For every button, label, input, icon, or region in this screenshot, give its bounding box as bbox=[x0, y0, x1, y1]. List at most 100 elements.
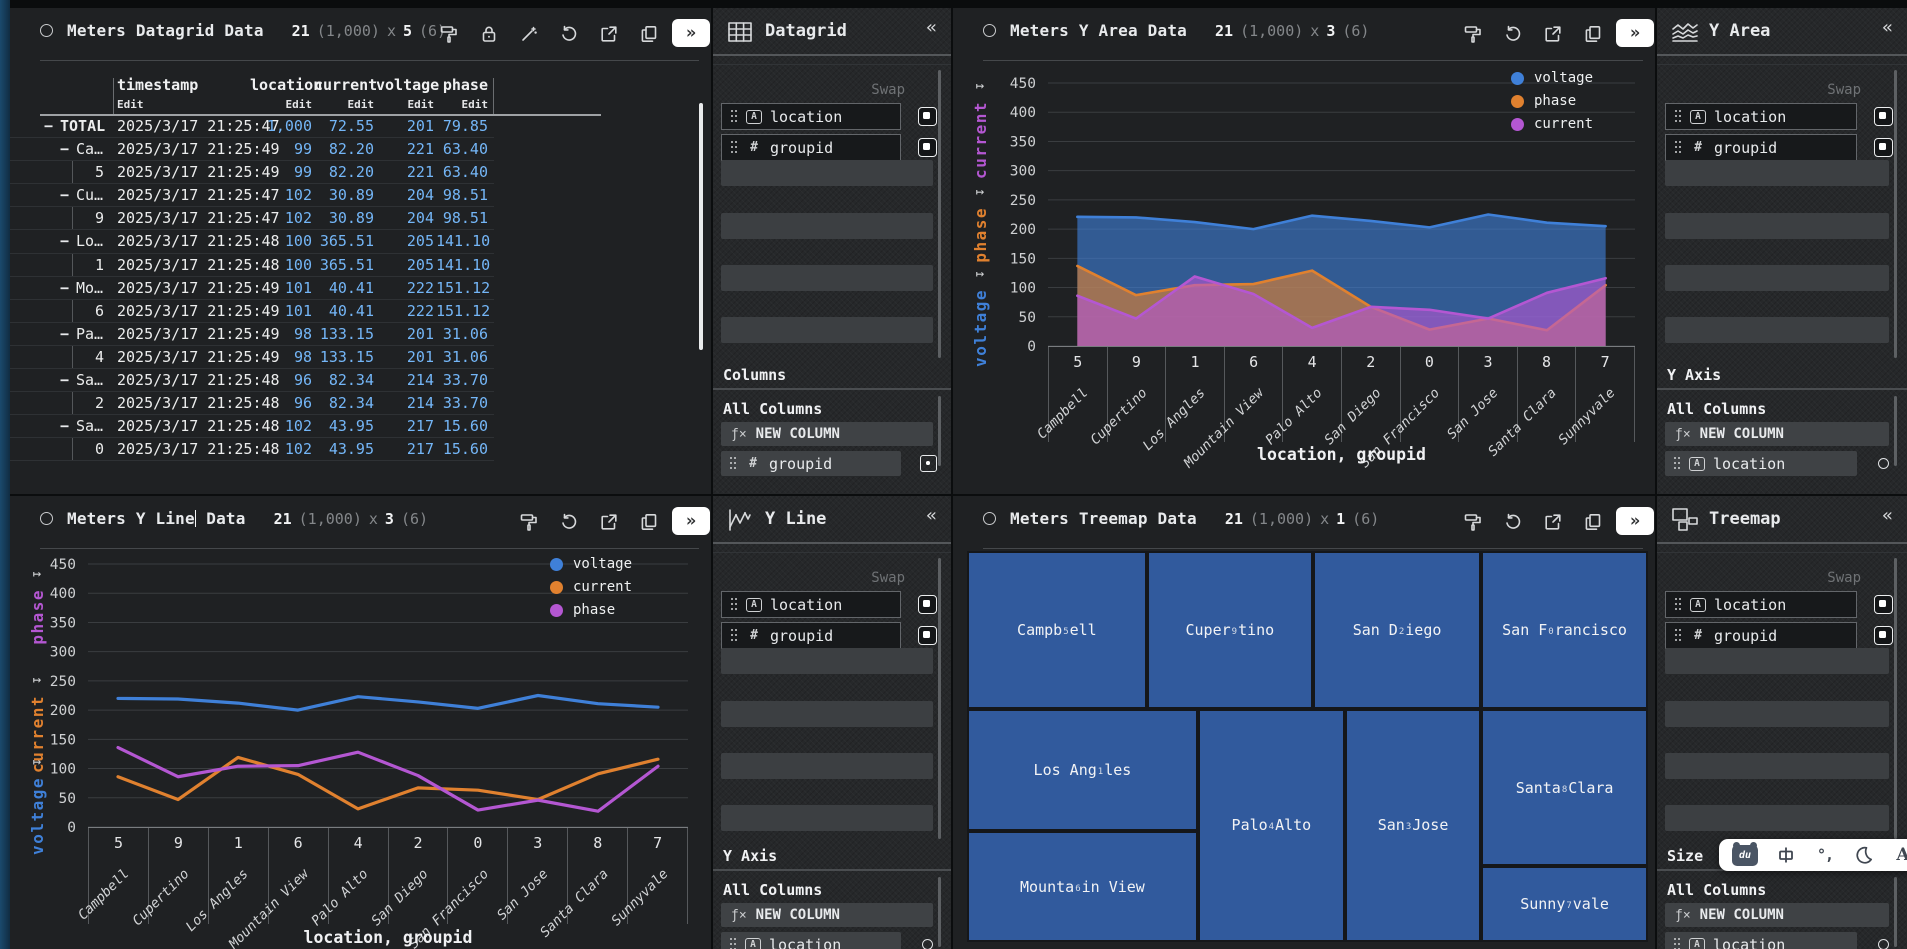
translate-icon[interactable] bbox=[1775, 844, 1797, 866]
moon-icon[interactable] bbox=[1853, 844, 1875, 866]
expand-panel-button[interactable]: » bbox=[672, 19, 710, 47]
edit-label[interactable]: Edit bbox=[314, 98, 374, 111]
cell-current[interactable]: 43.95 bbox=[314, 440, 374, 458]
panel-scrollbar[interactable] bbox=[938, 396, 941, 466]
yline-card-title[interactable]: Meters Y Line Data bbox=[67, 509, 246, 528]
cell-location[interactable]: 102 bbox=[250, 417, 312, 435]
cell-current[interactable]: 133.15 bbox=[314, 348, 374, 366]
collapse-toggle[interactable]: − bbox=[60, 140, 69, 158]
cell-location[interactable]: 101 bbox=[250, 302, 312, 320]
panel-scrollbar[interactable] bbox=[1894, 70, 1897, 358]
collapse-panel-button[interactable]: « bbox=[1882, 17, 1893, 38]
empty-drop-slot[interactable] bbox=[1665, 701, 1889, 727]
drag-handle-icon[interactable] bbox=[1674, 598, 1682, 611]
copy-icon[interactable] bbox=[1582, 23, 1603, 44]
cell-voltage[interactable]: 217 bbox=[376, 417, 434, 435]
table-row[interactable]: 02025/3/17 21:25:4810243.9521715.60 bbox=[10, 438, 494, 461]
drag-handle-icon[interactable] bbox=[1674, 629, 1682, 642]
cell-phase[interactable]: 141.10 bbox=[436, 232, 488, 250]
swap-checkbox[interactable] bbox=[918, 626, 937, 645]
x-category[interactable]: 7Sunnyvale bbox=[1575, 347, 1635, 442]
col-header-current[interactable]: current bbox=[314, 76, 374, 94]
cell-phase[interactable]: 33.70 bbox=[436, 371, 488, 389]
cell-current[interactable]: 30.89 bbox=[314, 209, 374, 227]
treemap-cell[interactable]: Los Ang1les bbox=[967, 709, 1198, 831]
table-row[interactable]: −Lo…2025/3/17 21:25:48100365.51205141.10 bbox=[10, 230, 494, 253]
collapse-toggle[interactable]: − bbox=[60, 279, 69, 297]
cell-location[interactable]: 98 bbox=[250, 348, 312, 366]
empty-drop-slot[interactable] bbox=[721, 265, 933, 291]
expand-panel-button[interactable]: » bbox=[672, 507, 710, 535]
legend-item[interactable]: voltage bbox=[1511, 70, 1593, 86]
legend-item[interactable]: voltage bbox=[550, 556, 632, 572]
dots-icon[interactable]: °, bbox=[1814, 844, 1836, 866]
table-row[interactable]: −Sa…2025/3/17 21:25:489682.3421433.70 bbox=[10, 369, 494, 392]
legend-item[interactable]: phase bbox=[550, 602, 632, 618]
yarea-card-title[interactable]: Meters Y Area Data bbox=[1010, 21, 1187, 40]
drag-handle-icon[interactable] bbox=[729, 457, 737, 470]
collapse-toggle[interactable]: − bbox=[60, 417, 69, 435]
panel-scrollbar[interactable] bbox=[938, 70, 941, 358]
drag-handle-icon[interactable] bbox=[1674, 141, 1682, 154]
column-item-location[interactable]: Alocation bbox=[1665, 932, 1857, 949]
cell-current[interactable]: 30.89 bbox=[314, 186, 374, 204]
drag-handle-icon[interactable] bbox=[1673, 938, 1681, 949]
cell-phase[interactable]: 79.85 bbox=[436, 117, 488, 135]
collapse-toggle[interactable]: − bbox=[60, 186, 69, 204]
cell-phase[interactable]: 33.70 bbox=[436, 394, 488, 412]
cell-voltage[interactable]: 221 bbox=[376, 140, 434, 158]
swap-checkbox[interactable] bbox=[918, 595, 937, 614]
empty-drop-slot[interactable] bbox=[1665, 753, 1889, 779]
field-groupid[interactable]: #groupid bbox=[1665, 134, 1857, 161]
swap-checkbox[interactable] bbox=[918, 107, 937, 126]
drag-target-circle[interactable] bbox=[1878, 458, 1889, 469]
cell-voltage[interactable]: 205 bbox=[376, 256, 434, 274]
empty-drop-slot[interactable] bbox=[721, 160, 933, 186]
cell-voltage[interactable]: 217 bbox=[376, 440, 434, 458]
treemap-cell[interactable]: San3Jose bbox=[1345, 709, 1481, 942]
drag-handle-icon[interactable] bbox=[730, 141, 738, 154]
treemap-cell[interactable]: San F0rancisco bbox=[1481, 551, 1648, 709]
table-row[interactable]: 52025/3/17 21:25:499982.2022163.40 bbox=[10, 161, 494, 184]
cell-current[interactable]: 82.34 bbox=[314, 371, 374, 389]
undo-icon[interactable] bbox=[558, 511, 579, 532]
empty-drop-slot[interactable] bbox=[721, 213, 933, 239]
cell-phase[interactable]: 15.60 bbox=[436, 440, 488, 458]
empty-drop-slot[interactable] bbox=[1665, 213, 1889, 239]
col-header-voltage[interactable]: voltage bbox=[376, 76, 434, 94]
cell-location[interactable]: 98 bbox=[250, 325, 312, 343]
x-category[interactable]: 7Sunnyvale bbox=[627, 828, 688, 924]
cell-current[interactable]: 133.15 bbox=[314, 325, 374, 343]
cell-phase[interactable]: 98.51 bbox=[436, 209, 488, 227]
cell-voltage[interactable]: 201 bbox=[376, 117, 434, 135]
cell-location[interactable]: 101 bbox=[250, 279, 312, 297]
cell-location[interactable]: 100 bbox=[250, 256, 312, 274]
treemap-cell[interactable]: Campb5ell bbox=[967, 551, 1147, 709]
panel-scrollbar[interactable] bbox=[1894, 877, 1897, 947]
collapse-panel-button[interactable]: « bbox=[1882, 505, 1893, 526]
drag-target-circle[interactable] bbox=[922, 939, 933, 949]
copy-icon[interactable] bbox=[638, 23, 659, 44]
open-external-icon[interactable] bbox=[1542, 23, 1563, 44]
cell-location[interactable]: 102 bbox=[250, 209, 312, 227]
datagrid-card-title[interactable]: Meters Datagrid Data bbox=[67, 21, 264, 40]
empty-drop-slot[interactable] bbox=[721, 753, 933, 779]
empty-drop-slot[interactable] bbox=[721, 701, 933, 727]
cell-voltage[interactable]: 214 bbox=[376, 394, 434, 412]
cell-location[interactable]: 102 bbox=[250, 186, 312, 204]
cell-current[interactable]: 365.51 bbox=[314, 256, 374, 274]
column-item-location[interactable]: Alocation bbox=[1665, 451, 1857, 476]
undo-icon[interactable] bbox=[1502, 511, 1523, 532]
swap-checkbox[interactable] bbox=[918, 138, 937, 157]
column-item-groupid[interactable]: #groupid bbox=[721, 451, 901, 476]
table-row[interactable]: −TOTAL2025/3/17 21:25:471,00072.5520179.… bbox=[10, 115, 494, 138]
table-row[interactable]: −Pa…2025/3/17 21:25:4998133.1520131.06 bbox=[10, 323, 494, 346]
col-header-phase[interactable]: phase bbox=[436, 76, 488, 94]
expand-panel-button[interactable]: » bbox=[1616, 507, 1654, 535]
empty-drop-slot[interactable] bbox=[1665, 317, 1889, 343]
field-location[interactable]: Alocation bbox=[721, 591, 901, 618]
treemap-cell[interactable]: Palo4Alto bbox=[1198, 709, 1345, 942]
open-external-icon[interactable] bbox=[598, 511, 619, 532]
visibility-toggle[interactable] bbox=[920, 455, 937, 472]
cell-current[interactable]: 43.95 bbox=[314, 417, 374, 435]
